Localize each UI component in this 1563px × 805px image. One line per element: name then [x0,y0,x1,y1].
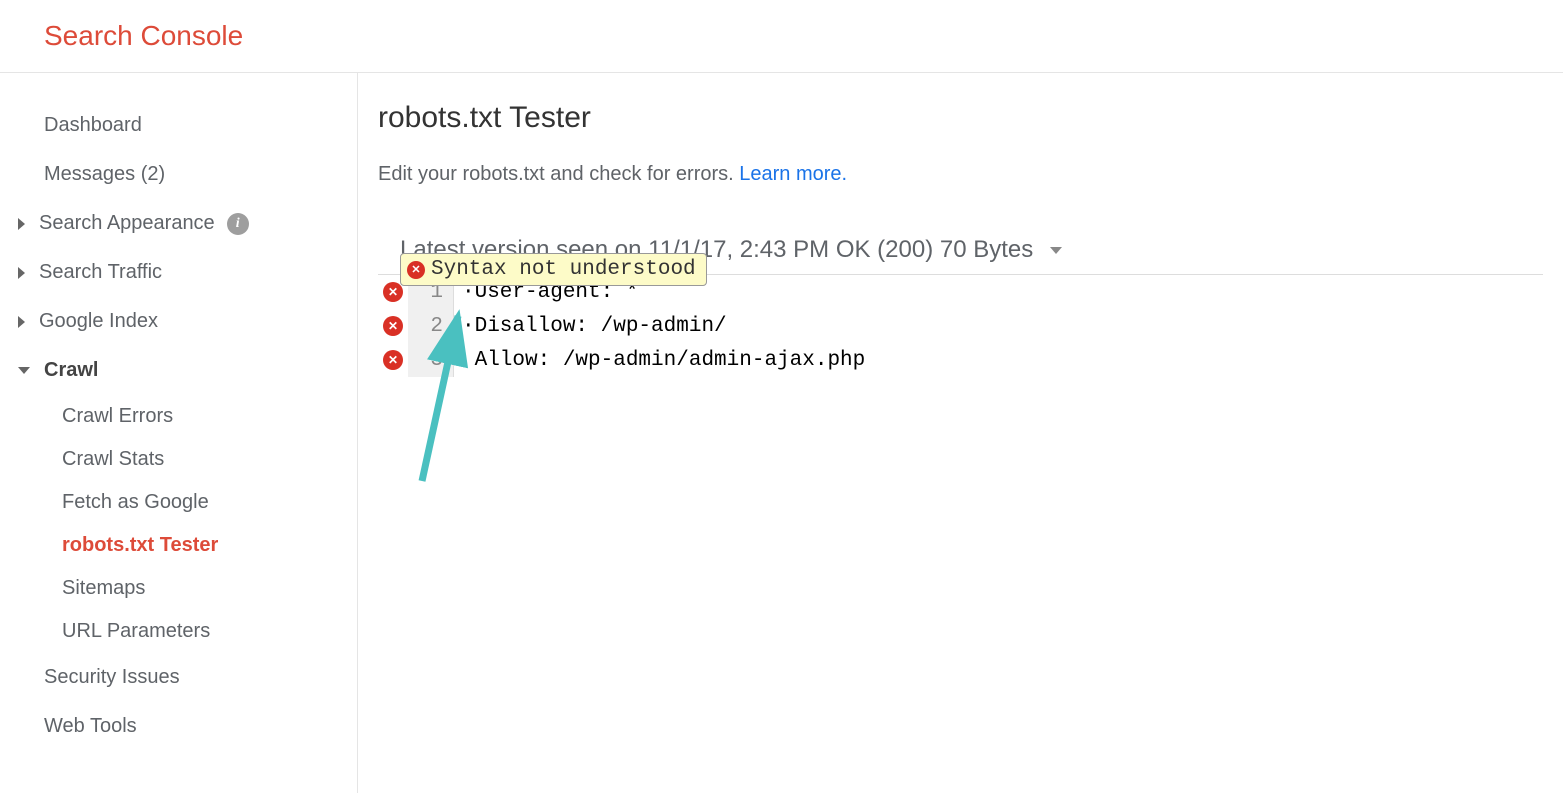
error-tooltip: Syntax not understood [400,253,707,286]
sidebar-label: robots.txt Tester [62,534,218,556]
chevron-down-icon [1050,247,1062,254]
sidebar-label: Search Appearance [39,212,215,235]
sidebar-label: Google Index [39,310,158,333]
app-title: Search Console [44,20,1519,52]
sidebar-subitem-crawl-errors[interactable]: Crawl Errors [0,395,357,438]
tooltip-text: Syntax not understood [431,258,696,281]
page-title: robots.txt Tester [378,101,1543,135]
sidebar-item-messages[interactable]: Messages (2) [0,150,357,199]
line-number: 3 [408,343,454,377]
sidebar-subitem-url-parameters[interactable]: URL Parameters [0,610,357,653]
caret-right-icon [18,316,25,328]
page-subtitle: Edit your robots.txt and check for error… [378,163,1543,186]
main-content: robots.txt Tester Edit your robots.txt a… [358,73,1563,793]
sidebar-item-google-index[interactable]: Google Index [0,297,357,346]
sidebar-item-dashboard[interactable]: Dashboard [0,101,357,150]
sidebar-label: Security Issues [44,666,180,689]
sidebar-label: Crawl Errors [62,405,173,427]
caret-right-icon [18,218,25,230]
sidebar-item-security-issues[interactable]: Security Issues [0,653,357,702]
editor-line: 3 Allow: /wp-admin/admin-ajax.php [378,343,1543,377]
sidebar-subitem-crawl-stats[interactable]: Crawl Stats [0,438,357,481]
learn-more-link[interactable]: Learn more. [739,163,847,185]
sidebar-label: Search Traffic [39,261,162,284]
sidebar-subitem-fetch-as-google[interactable]: Fetch as Google [0,481,357,524]
sidebar-item-web-tools[interactable]: Web Tools [0,702,357,751]
line-content[interactable]: Allow: /wp-admin/admin-ajax.php [454,349,865,372]
gutter-error [378,316,408,336]
error-icon [407,261,425,279]
sidebar-item-crawl[interactable]: Crawl [0,346,357,395]
error-icon [383,316,403,336]
subtitle-text: Edit your robots.txt and check for error… [378,163,739,185]
sidebar-label: Web Tools [44,715,137,738]
sidebar-label: Fetch as Google [62,491,209,513]
sidebar-label: Crawl Stats [62,448,164,470]
sidebar-item-search-traffic[interactable]: Search Traffic [0,248,357,297]
error-icon [383,350,403,370]
caret-down-icon [18,367,30,374]
line-number: 2 [408,309,454,343]
sidebar-label: Crawl [44,359,98,382]
app-header: Search Console [0,0,1563,73]
sidebar-label: Sitemaps [62,577,145,599]
line-content[interactable]: ·Disallow: /wp-admin/ [454,315,727,338]
sidebar-label: Messages (2) [44,163,165,186]
sidebar: Dashboard Messages (2) Search Appearance… [0,73,358,793]
sidebar-subitem-sitemaps[interactable]: Sitemaps [0,567,357,610]
sidebar-label: Dashboard [44,114,142,137]
robots-editor[interactable]: 1 ·User-agent: * 2 ·Disallow: /wp-admin/… [378,274,1543,377]
gutter-error [378,350,408,370]
info-icon[interactable]: i [227,213,249,235]
caret-right-icon [18,267,25,279]
sidebar-subitem-robots-tester[interactable]: robots.txt Tester [0,524,357,567]
sidebar-label: URL Parameters [62,620,210,642]
error-icon [383,282,403,302]
editor-line: 2 ·Disallow: /wp-admin/ [378,309,1543,343]
sidebar-item-search-appearance[interactable]: Search Appearance i [0,199,357,248]
